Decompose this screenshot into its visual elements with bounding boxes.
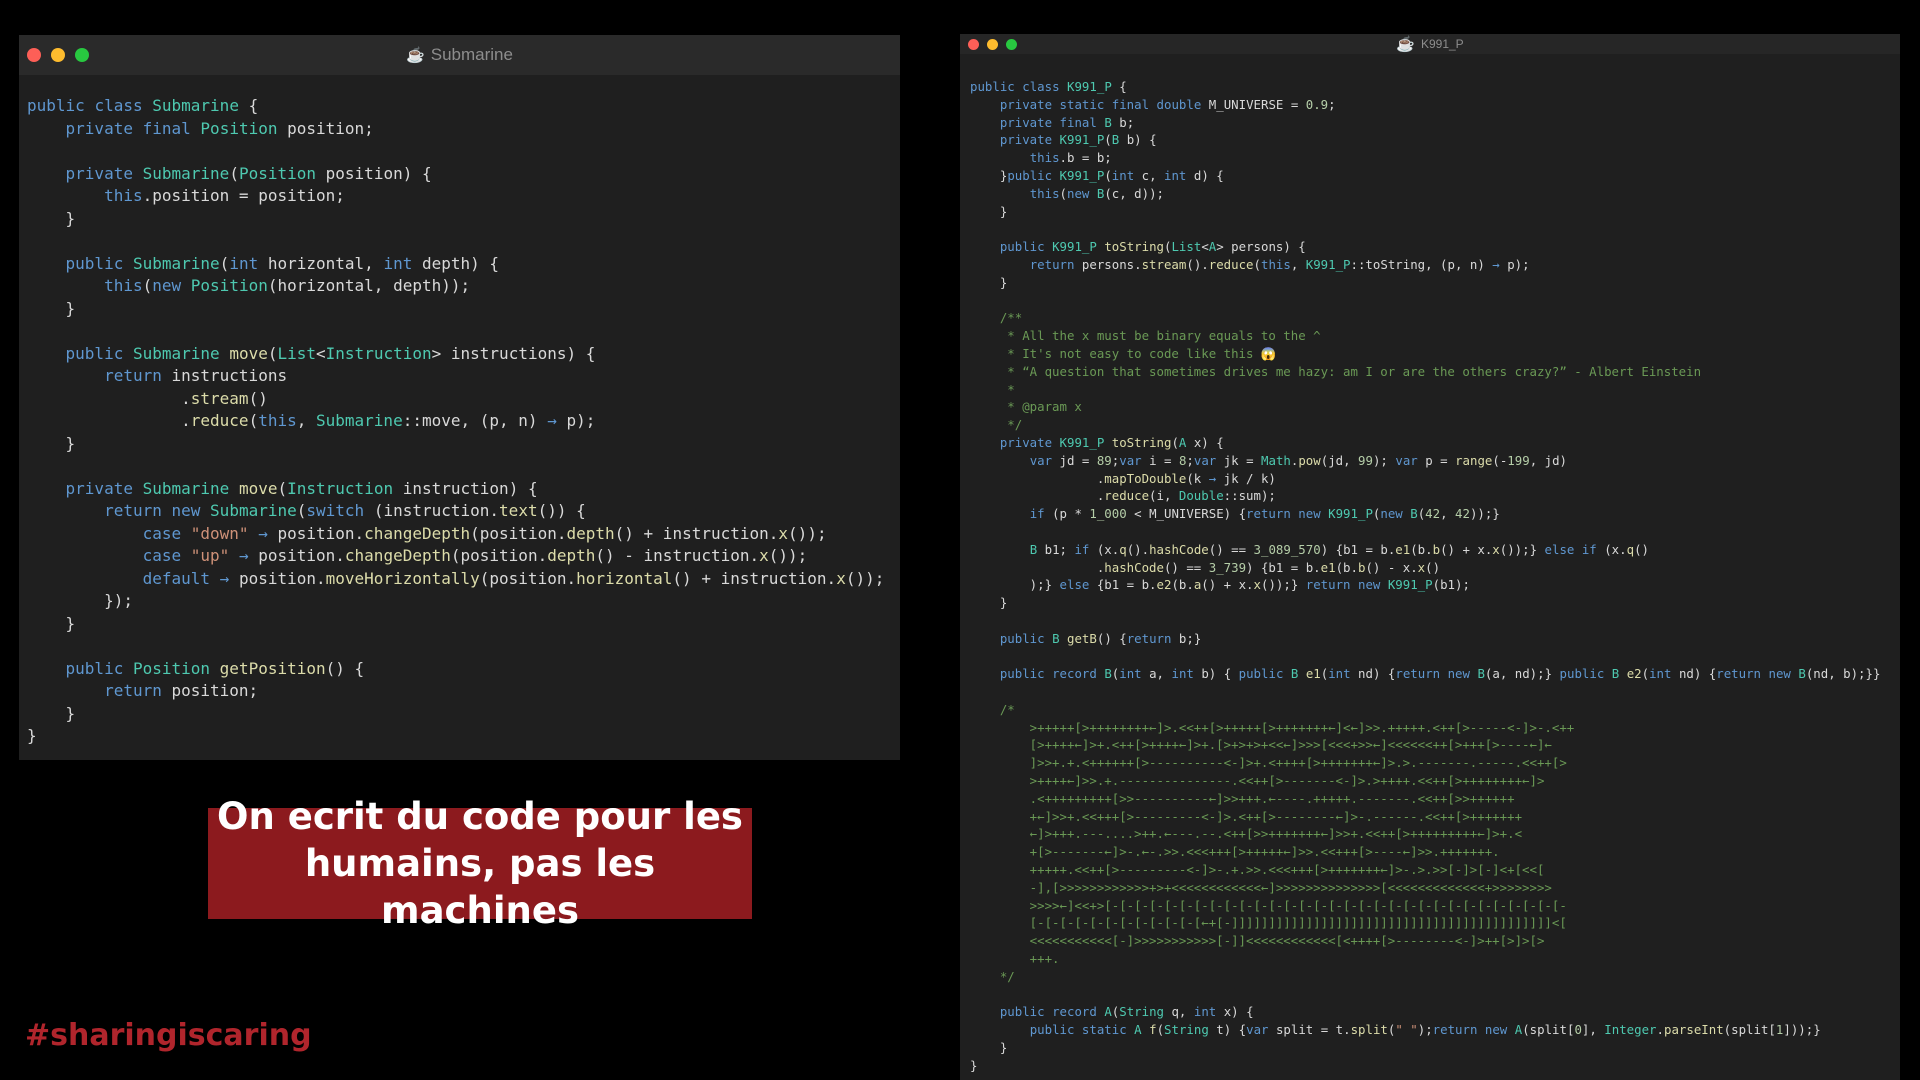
code-line: */ <box>970 968 1015 984</box>
window-title: ☕ Submarine <box>19 35 900 75</box>
code-line: private static final double M_UNIVERSE =… <box>999 96 1336 112</box>
code-line: ←]>+++.---....>++.←---.--.<++[>>+++++++←… <box>970 826 1523 842</box>
banner-line-2: humains, pas les machines <box>304 842 656 932</box>
code-line: public B getB() {return b;} <box>999 630 1202 646</box>
code-line: } <box>27 613 76 633</box>
code-line: this(new Position(horizontal, depth)); <box>104 276 471 295</box>
code-line: case "down" → position.changeDepth(posit… <box>142 523 827 543</box>
k991p-editor-window: ☕ K991_P public class K991_P { private s… <box>960 34 1900 1080</box>
code-line: } <box>27 433 76 453</box>
code-line: >++++←]>>.+.---------------.<<++[>------… <box>970 773 1545 789</box>
code-line: this.position = position; <box>104 186 345 205</box>
code-line: [>++++←]>+.<++[>++++←]>+.[>+>+>+<<←]>>>[… <box>970 737 1552 753</box>
code-line: private K991_P(B b) { <box>999 132 1157 148</box>
code-line: [-[-[-[-[-[-[-[-[-[-[-[←+[-]]]]]]]]]]]]]… <box>970 915 1567 931</box>
code-line: public K991_P toString(List<A> persons) … <box>999 239 1306 255</box>
code-line: .hashCode() == 3_739) {b1 = b.e1(b.b() -… <box>970 559 1441 575</box>
code-line: private Submarine(Position position) { <box>65 163 432 183</box>
code-line: .reduce(i, Double::sum); <box>970 488 1276 504</box>
code-line: >>>>←]<<+>[-[-[-[-[-[-[-[-[-[-[-[-[-[-[-… <box>970 897 1567 913</box>
code-line: <<<<<<<<<<<[-]>>>>>>>>>>>[-]]<<<<<<<<<<<… <box>970 933 1545 949</box>
code-line: } <box>970 1040 1008 1056</box>
code-line: } <box>970 274 1008 290</box>
code-line: this.b = b; <box>1029 150 1112 166</box>
code-line: .reduce(this, Submarine::move, (p, n) → … <box>27 411 596 430</box>
code-line: B b1; if (x.q().hashCode() == 3_089_570)… <box>1029 541 1649 557</box>
code-line: +[>-------←]>-.←-.>>.<<<+++[>+++++←]>>.<… <box>970 844 1500 860</box>
code-line: public class K991_P { <box>970 79 1127 94</box>
code-line: ]>>+.+.<++++++[>----------<-]>+.<++++[>+… <box>970 755 1567 771</box>
code-line: private final B b; <box>999 114 1135 130</box>
java-icon: ☕ <box>406 47 425 64</box>
code-line: /* <box>970 701 1015 717</box>
k991p-window-titlebar: ☕ K991_P <box>960 34 1900 54</box>
code-line: } <box>27 208 76 228</box>
code-line: if (p * 1_000 < M_UNIVERSE) {return new … <box>1029 506 1500 522</box>
code-line: +←]>>+.<<+++[>---------<-]>.<++[>-------… <box>970 808 1523 824</box>
code-line: var jd = 89;var i = 8;var jk = Math.pow(… <box>1029 452 1567 468</box>
java-icon: ☕ <box>1396 36 1415 53</box>
code-line: } <box>27 298 76 318</box>
code-line: private final Position position; <box>65 118 374 138</box>
code-line: .stream() <box>27 388 268 408</box>
code-line: return position; <box>104 681 259 700</box>
code-line: case "up" → position.changeDepth(positio… <box>142 546 808 565</box>
code-line: >+++++[>++++++++←]>.<<++[>+++++[>+++++++… <box>970 719 1575 735</box>
code-line: public Submarine move(List<Instruction> … <box>65 343 596 363</box>
code-line: }public K991_P(int c, int d) { <box>970 167 1224 183</box>
code-line: /** <box>970 310 1023 326</box>
code-line: }); <box>27 591 133 610</box>
code-line: public static A f(String t) {var split =… <box>1029 1022 1821 1038</box>
code-area: public class Submarine { private final P… <box>27 95 884 748</box>
window-title-text: Submarine <box>430 45 513 64</box>
code-line: +++. <box>970 951 1060 967</box>
code-line: -],[>>>>>>>>>>>>+>+<<<<<<<<<<<<←]>>>>>>>… <box>970 879 1552 895</box>
code-line: } <box>27 726 37 745</box>
code-line: private K991_P toString(A x) { <box>999 434 1224 450</box>
code-line: * It's not easy to code like this 😱 <box>970 345 1277 361</box>
code-line: return new Submarine(switch (instruction… <box>104 501 586 520</box>
code-line: * <box>970 381 1015 397</box>
code-line: } <box>970 595 1008 611</box>
code-line: this(new B(c, d)); <box>1029 185 1165 201</box>
code-line: } <box>970 203 1008 219</box>
code-line: public Position getPosition() { <box>65 658 365 678</box>
code-line: public record B(int a, int b) { public B… <box>999 666 1881 682</box>
window-title: ☕ K991_P <box>960 34 1900 54</box>
code-line: public Submarine(int horizontal, int dep… <box>65 253 500 273</box>
code-line: return persons.stream().reduce(this, K99… <box>1029 256 1530 272</box>
code-line: default → position.moveHorizontally(posi… <box>142 568 885 588</box>
code-line: .<+++++++++[>>----------←]>>+++.←----.++… <box>970 790 1515 806</box>
banner-line-1: On ecrit du code pour les <box>217 795 743 838</box>
code-line: return instructions <box>104 366 288 385</box>
code-area: public class K991_P { private static fin… <box>970 78 1880 1075</box>
submarine-editor-window: ☕ Submarine public class Submarine { pri… <box>19 35 900 760</box>
code-line: public record A(String q, int x) { <box>999 1004 1254 1020</box>
code-line: */ <box>970 417 1023 433</box>
code-line: +++++.<<++[>---------<-]>-.+.>>.<<<+++[>… <box>970 862 1545 878</box>
code-line: * @param x <box>970 399 1082 415</box>
code-line: * All the x must be binary equals to the… <box>970 328 1321 344</box>
quote-banner: On ecrit du code pour les humains, pas l… <box>208 795 752 932</box>
code-line: } <box>27 703 76 723</box>
code-line: .mapToDouble(k → jk / k) <box>970 470 1276 486</box>
window-title-text: K991_P <box>1420 37 1464 51</box>
submarine-window-titlebar: ☕ Submarine <box>19 35 900 75</box>
code-line: * “A question that sometimes drives me h… <box>970 363 1702 379</box>
hashtag-text: #sharingiscaring <box>25 1018 312 1053</box>
code-line: );} else {b1 = b.e2(b.a() + x.x());} ret… <box>970 577 1470 593</box>
code-line: private Submarine move(Instruction instr… <box>65 478 538 498</box>
code-line: } <box>970 1057 978 1073</box>
code-line: public class Submarine { <box>27 96 259 115</box>
